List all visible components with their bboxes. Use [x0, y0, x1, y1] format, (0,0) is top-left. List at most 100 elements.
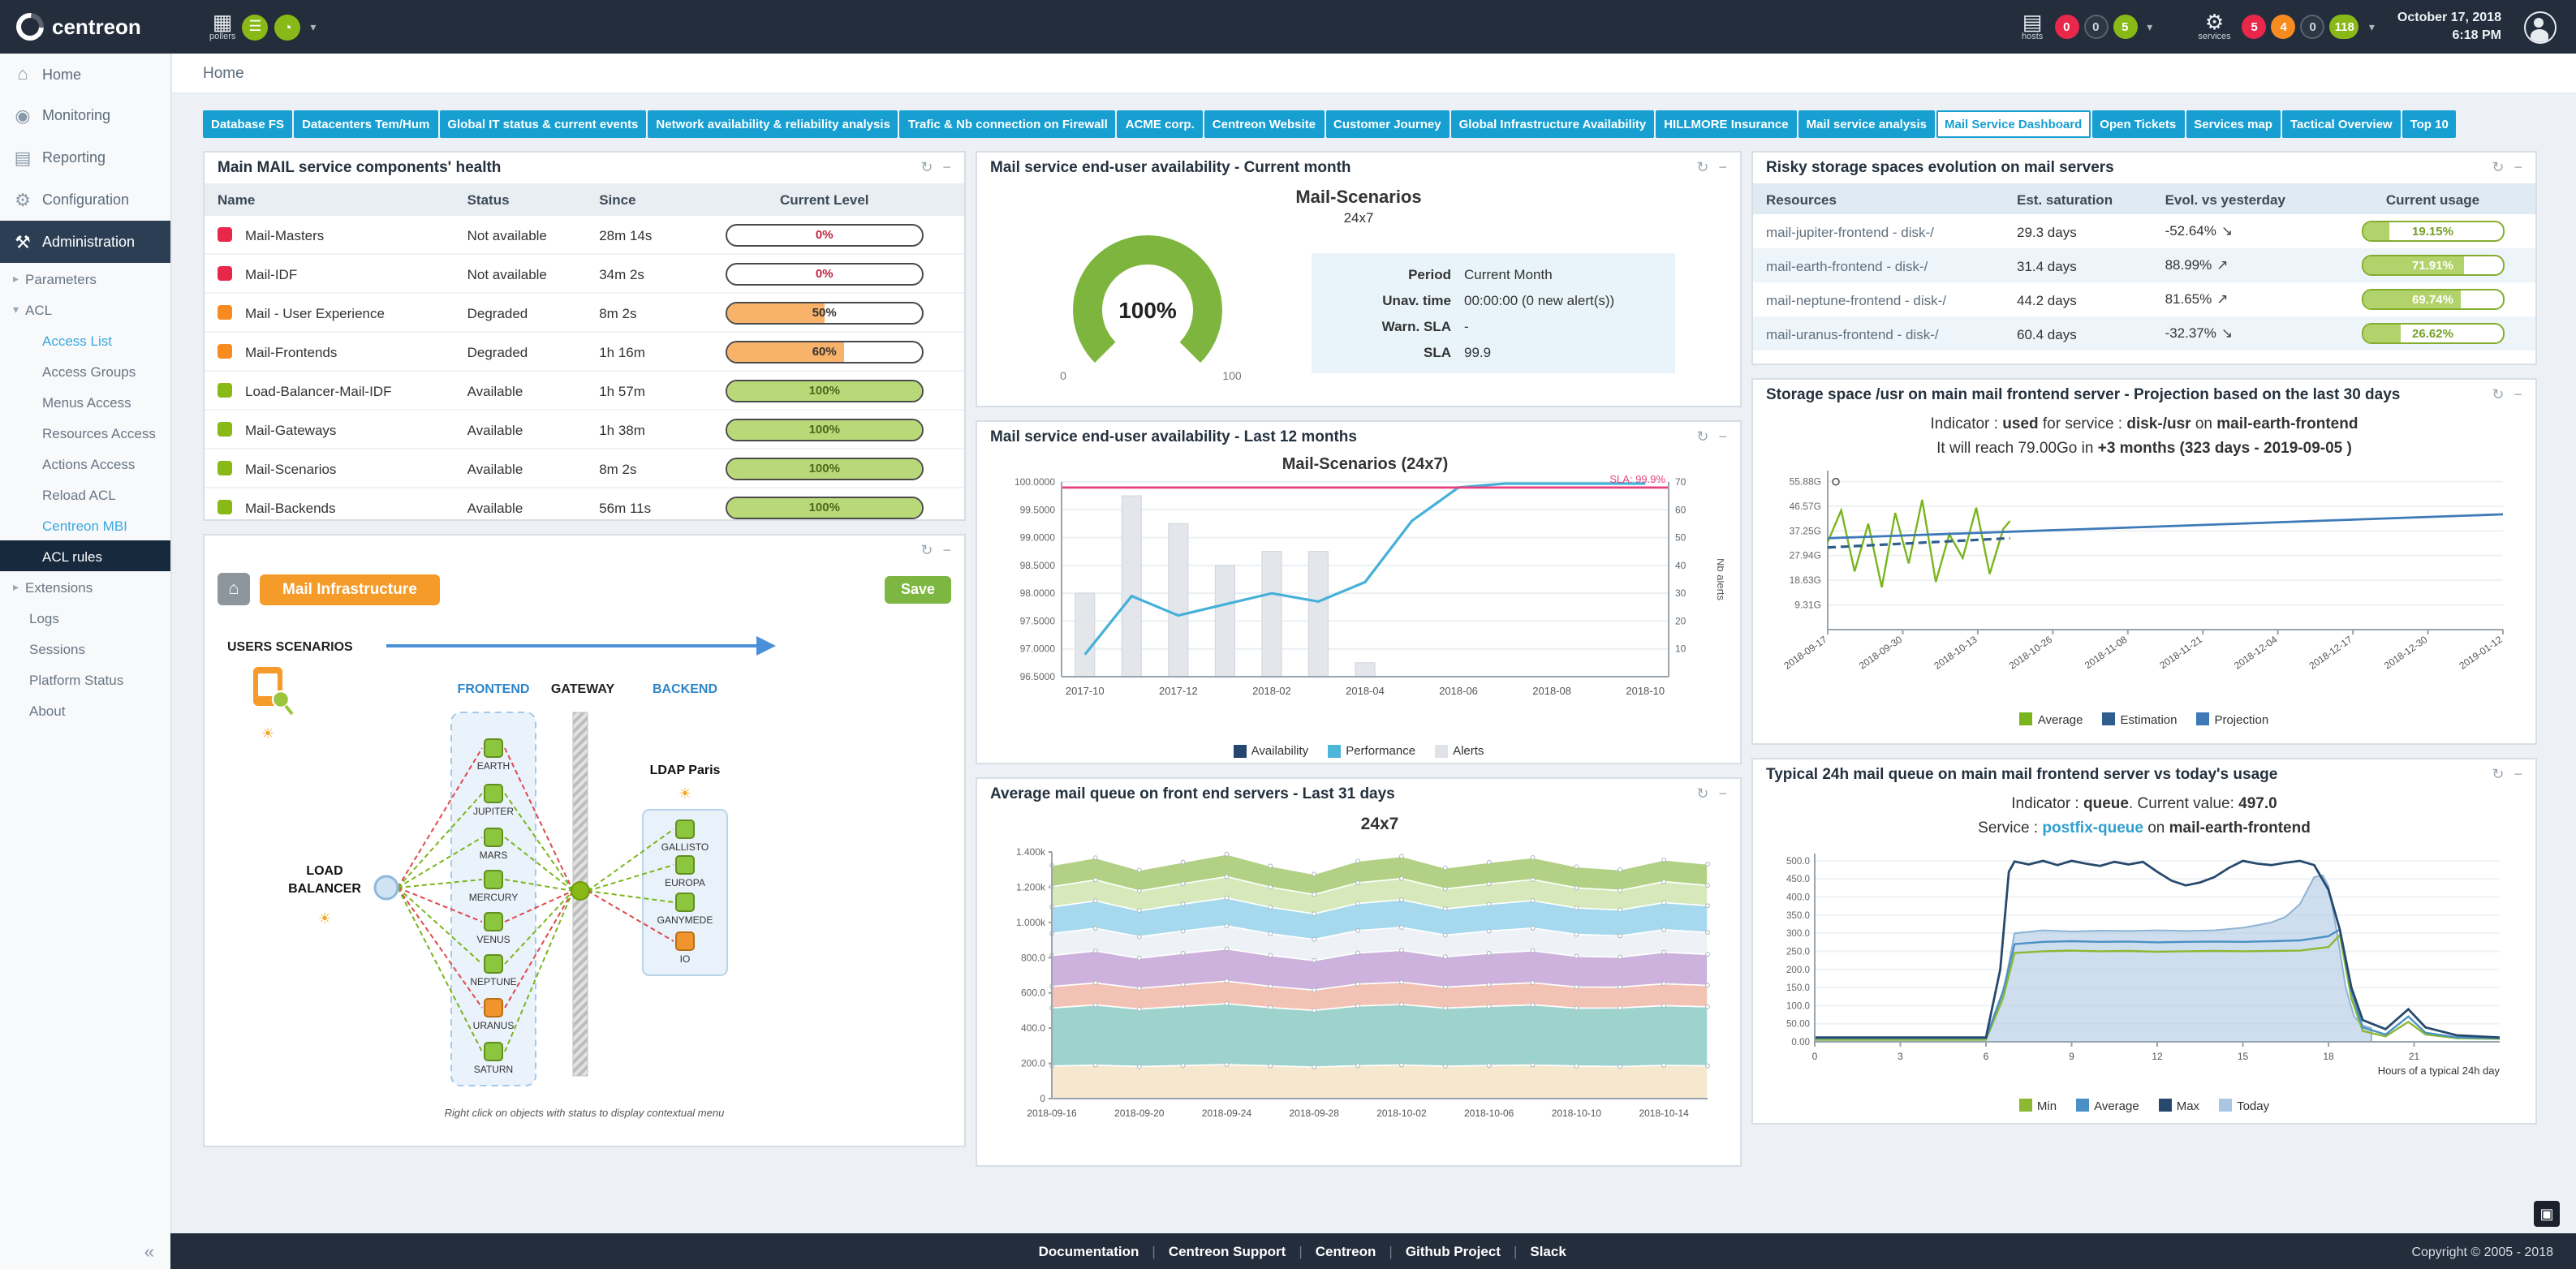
refresh-icon[interactable]: ↻: [1696, 785, 1708, 803]
host-status-badge-dark[interactable]: 0: [2083, 15, 2108, 39]
service-status-badge-green[interactable]: 118: [2330, 15, 2359, 39]
sidebar-item-menus-access[interactable]: Menus Access: [0, 386, 170, 417]
sidebar-item-sessions[interactable]: Sessions: [0, 633, 170, 664]
sidebar-item-extensions[interactable]: ▸Extensions: [0, 571, 170, 602]
svg-text:50: 50: [1675, 532, 1686, 544]
save-button[interactable]: Save: [885, 575, 951, 603]
svg-text:2018-10-14: 2018-10-14: [1639, 1108, 1689, 1119]
sidebar-item-parameters[interactable]: ▸Parameters: [0, 263, 170, 294]
service-status-badge-red[interactable]: 5: [2242, 15, 2267, 39]
sidebar-item-access-groups[interactable]: Access Groups: [0, 355, 170, 386]
level-bar: 0%: [726, 223, 924, 246]
sidebar-item-acl[interactable]: ▾ACL: [0, 294, 170, 325]
user-avatar[interactable]: [2524, 11, 2557, 43]
footer-link-centreon[interactable]: Centreon: [1316, 1243, 1376, 1259]
collapse-icon[interactable]: −: [1718, 428, 1727, 446]
svg-text:USERS SCENARIOS: USERS SCENARIOS: [227, 640, 353, 654]
legend-item-min: Min: [2019, 1098, 2057, 1112]
refresh-icon[interactable]: ↻: [920, 542, 933, 560]
refresh-icon[interactable]: ↻: [1696, 428, 1708, 446]
sidebar-item-centreon-mbi[interactable]: Centreon MBI: [0, 510, 170, 540]
level-bar: 100%: [726, 379, 924, 402]
sidebar-item-administration[interactable]: ⚒Administration: [0, 221, 170, 263]
tab-customer-journey[interactable]: Customer Journey: [1325, 110, 1450, 138]
risky-col-resources: Resources: [1753, 183, 2004, 214]
services-icon[interactable]: ⚙: [2205, 11, 2224, 32]
collapse-icon[interactable]: −: [2514, 159, 2522, 177]
footer-link-centreon-support[interactable]: Centreon Support: [1169, 1243, 1286, 1259]
tab-mail-service-analysis[interactable]: Mail service analysis: [1798, 110, 1935, 138]
footer-link-slack[interactable]: Slack: [1530, 1243, 1566, 1259]
tab-trafic-nb-connection-on-firewall[interactable]: Trafic & Nb connection on Firewall: [900, 110, 1116, 138]
hosts-icon[interactable]: ▤: [2022, 11, 2043, 32]
sidebar-item-resources-access[interactable]: Resources Access: [0, 417, 170, 448]
centreon-logo[interactable]: centreon: [0, 13, 187, 41]
house-icon[interactable]: ⌂: [218, 573, 250, 605]
sidebar-item-configuration[interactable]: ⚙Configuration: [0, 179, 170, 221]
tab-network-availability-reliability-analysis[interactable]: Network availability & reliability analy…: [648, 110, 898, 138]
tree-down-arrow-icon[interactable]: ▾: [13, 303, 19, 316]
tab-services-map[interactable]: Services map: [2186, 110, 2281, 138]
refresh-icon[interactable]: ↻: [1696, 159, 1708, 177]
sidebar-item-monitoring[interactable]: ◉Monitoring: [0, 94, 170, 136]
collapse-icon[interactable]: −: [1718, 159, 1727, 177]
tree-right-arrow-icon[interactable]: ▸: [13, 580, 19, 593]
footer-link-documentation[interactable]: Documentation: [1039, 1243, 1139, 1259]
host-status-badge-red[interactable]: 0: [2054, 15, 2078, 39]
tab-database-fs[interactable]: Database FS: [203, 110, 292, 138]
footer-link-github-project[interactable]: Github Project: [1406, 1243, 1501, 1259]
tree-right-arrow-icon[interactable]: ▸: [13, 272, 19, 285]
tab-acme-corp[interactable]: ACME corp.: [1118, 110, 1203, 138]
sidebar-collapse-button[interactable]: «: [144, 1243, 154, 1263]
svg-text:20: 20: [1675, 615, 1686, 626]
svg-text:IO: IO: [680, 953, 691, 965]
sidebar-item-reporting[interactable]: ▤Reporting: [0, 136, 170, 179]
host-status-badge-green[interactable]: 5: [2113, 15, 2137, 39]
tab-mail-service-dashboard[interactable]: Mail Service Dashboard: [1936, 110, 2090, 138]
refresh-icon[interactable]: ↻: [2492, 766, 2504, 784]
pollers-icon[interactable]: ▦: [213, 11, 233, 32]
tab-global-infrastructure-availability[interactable]: Global Infrastructure Availability: [1451, 110, 1655, 138]
service-status-badge-dark[interactable]: 0: [2301, 15, 2325, 39]
refresh-icon[interactable]: ↻: [920, 159, 933, 177]
chevron-down-icon[interactable]: ▾: [2147, 20, 2152, 33]
fullscreen-icon[interactable]: ▣: [2534, 1201, 2560, 1227]
poller-latency-icon[interactable]: ◔: [274, 14, 300, 40]
sidebar-item-acl-rules[interactable]: ACL rules: [0, 540, 170, 571]
tab-top-10[interactable]: Top 10: [2402, 110, 2457, 138]
refresh-icon[interactable]: ↻: [2492, 386, 2504, 404]
sidebar-item-platform-status[interactable]: Platform Status: [0, 664, 170, 695]
panel-risky-storage: Risky storage spaces evolution on mail s…: [1751, 151, 2537, 365]
tab-tactical-overview[interactable]: Tactical Overview: [2282, 110, 2401, 138]
sidebar-item-actions-access[interactable]: Actions Access: [0, 448, 170, 479]
tab-global-it-status-current-events[interactable]: Global IT status & current events: [439, 110, 646, 138]
breadcrumb[interactable]: Home: [170, 54, 2576, 94]
poller-database-icon[interactable]: ☰: [242, 14, 268, 40]
tab-open-tickets[interactable]: Open Tickets: [2091, 110, 2184, 138]
svg-text:0.00: 0.00: [1791, 1036, 1810, 1047]
chevron-down-icon[interactable]: ▾: [310, 20, 316, 33]
tab-centreon-website[interactable]: Centreon Website: [1204, 110, 1324, 138]
footer-separator: |: [1389, 1243, 1392, 1259]
infrastructure-diagram[interactable]: USERS SCENARIOS☀FRONTENDGATEWAYBACKENDLO…: [205, 612, 954, 1099]
service-status-badge-orange[interactable]: 4: [2272, 15, 2296, 39]
tab-datacenters-tem-hum[interactable]: Datacenters Tem/Hum: [294, 110, 437, 138]
collapse-icon[interactable]: −: [2514, 766, 2522, 784]
collapse-icon[interactable]: −: [1718, 785, 1727, 803]
daily-subtitle-2: Service : postfix-queue on mail-earth-fr…: [1753, 815, 2535, 841]
svg-text:GANYMEDE: GANYMEDE: [657, 914, 713, 926]
collapse-icon[interactable]: −: [942, 159, 951, 177]
sidebar-item-access-list[interactable]: Access List: [0, 325, 170, 355]
refresh-icon[interactable]: ↻: [2492, 159, 2504, 177]
sidebar-menu: ⌂Home◉Monitoring▤Reporting⚙Configuration…: [0, 54, 170, 725]
infrastructure-badge[interactable]: Mail Infrastructure: [260, 574, 440, 604]
gauge-chart: 100%0100: [993, 226, 1302, 401]
tab-hillmore-insurance[interactable]: HILLMORE Insurance: [1656, 110, 1796, 138]
sidebar-item-home[interactable]: ⌂Home: [0, 54, 170, 94]
sidebar-item-reload-acl[interactable]: Reload ACL: [0, 479, 170, 510]
chevron-down-icon[interactable]: ▾: [2369, 20, 2375, 33]
collapse-icon[interactable]: −: [942, 542, 951, 560]
collapse-icon[interactable]: −: [2514, 386, 2522, 404]
sidebar-item-about[interactable]: About: [0, 695, 170, 725]
sidebar-item-logs[interactable]: Logs: [0, 602, 170, 633]
